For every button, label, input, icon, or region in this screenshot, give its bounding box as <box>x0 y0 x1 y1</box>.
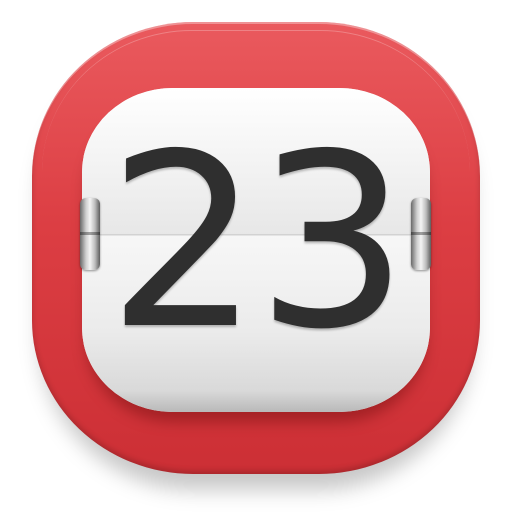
right-hinge-icon <box>411 198 431 270</box>
day-number: 23 <box>107 102 408 382</box>
flip-card: 23 <box>82 88 430 412</box>
left-hinge-icon <box>80 198 100 270</box>
calendar-app-icon[interactable]: 23 <box>0 0 512 512</box>
